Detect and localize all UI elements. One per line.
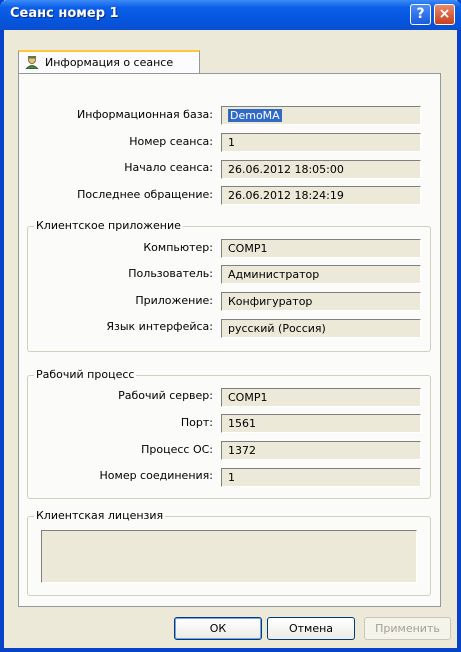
infobase-label: Информационная база: [76,108,213,121]
port-label: Порт: [180,416,213,429]
title-bar[interactable]: Сеанс номер 1 ? × [0,0,461,30]
help-button[interactable]: ? [410,4,431,25]
last-access-field[interactable]: 26.06.2012 18:24:19 [221,186,421,205]
language-label: Язык интерфейса: [106,320,213,333]
os-process-field[interactable]: 1372 [221,441,421,460]
connection-number-field[interactable]: 1 [221,468,421,487]
tab-label: Информация о сеансе [45,56,174,69]
user-icon [25,56,39,69]
application-label: Приложение: [135,294,213,307]
infobase-field[interactable]: DemoMA [221,106,421,125]
computer-label: Компьютер: [143,241,213,254]
help-icon: ? [416,6,425,22]
window-title: Сеанс номер 1 [10,6,119,21]
session-start-label: Начало сеанса: [124,161,213,174]
user-label: Пользователь: [128,267,213,280]
tab-panel: Информационная база: DemoMA Номер сеанса… [18,73,441,607]
user-field[interactable]: Администратор [221,265,421,284]
worker-server-label: Рабочий сервер: [118,389,213,402]
session-start-field[interactable]: 26.06.2012 18:05:00 [221,160,421,179]
computer-field[interactable]: COMP1 [221,239,421,258]
tab-session-info[interactable]: Информация о сеансе [18,50,200,74]
connection-number-label: Номер соединения: [99,469,213,482]
apply-button[interactable]: Применить [364,617,451,640]
ok-button[interactable]: ОК [174,617,262,640]
close-icon: × [438,6,451,22]
language-field[interactable]: русский (Россия) [221,319,421,338]
client-app-legend: Клиентское приложение [34,219,183,232]
close-button[interactable]: × [434,4,455,25]
last-access-label: Последнее обращение: [77,188,213,201]
os-process-label: Процесс ОС: [141,443,213,456]
application-field[interactable]: Конфигуратор [221,292,421,311]
client-license-field[interactable] [41,530,417,583]
session-number-label: Номер сеанса: [129,135,213,148]
client-license-legend: Клиентская лицензия [34,509,166,522]
cancel-button[interactable]: Отмена [267,617,355,640]
worker-process-legend: Рабочий процесс [34,368,137,381]
session-number-field[interactable]: 1 [221,133,421,152]
port-field[interactable]: 1561 [221,414,421,433]
worker-server-field[interactable]: COMP1 [221,388,421,407]
session-dialog: Сеанс номер 1 ? × Информация о сеансе Ин… [0,0,461,652]
